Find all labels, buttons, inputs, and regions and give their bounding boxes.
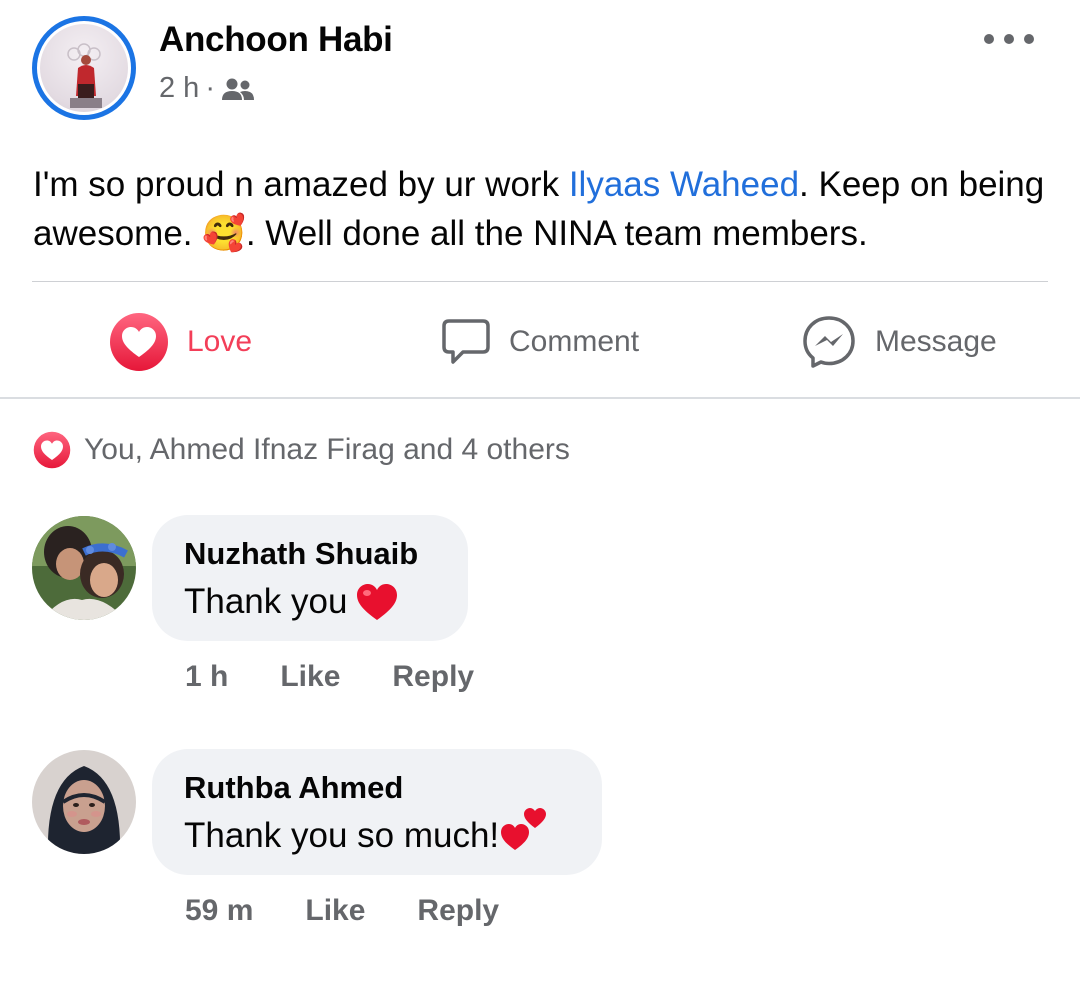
two-hearts-icon bbox=[499, 806, 547, 852]
messenger-icon bbox=[801, 314, 857, 370]
message-button[interactable]: Message bbox=[801, 310, 997, 374]
red-heart-icon bbox=[355, 582, 399, 622]
post-time[interactable]: 2 h bbox=[159, 72, 199, 105]
smiling-hearts-emoji: 🥰 bbox=[202, 214, 246, 253]
comment-bubble[interactable]: Ruthba Ahmed Thank you so much! bbox=[152, 749, 602, 875]
post-meta: 2 h · bbox=[159, 72, 255, 105]
like-button[interactable]: Like bbox=[305, 894, 365, 928]
commenter-name[interactable]: Ruthba Ahmed bbox=[184, 769, 570, 807]
love-label: Love bbox=[187, 325, 253, 358]
comment-bubble[interactable]: Nuzhath Shuaib Thank you bbox=[152, 515, 468, 641]
comment-meta: 1 h Like Reply bbox=[185, 660, 474, 694]
post-body: I'm so proud n amazed by ur work Ilyaas … bbox=[33, 160, 1053, 258]
friends-icon[interactable] bbox=[221, 76, 255, 102]
love-reaction-icon bbox=[109, 312, 169, 372]
commenter-avatar[interactable] bbox=[32, 750, 136, 854]
meta-separator: · bbox=[205, 72, 215, 104]
message-label: Message bbox=[875, 325, 997, 358]
author-avatar-image bbox=[40, 24, 128, 112]
love-reaction-icon bbox=[32, 430, 72, 470]
love-button[interactable]: Love bbox=[109, 310, 252, 374]
reply-button[interactable]: Reply bbox=[392, 660, 474, 694]
mention-link[interactable]: Ilyaas Waheed bbox=[569, 165, 799, 204]
post-author-name[interactable]: Anchoon Habi bbox=[159, 20, 393, 60]
comment-text: Thank you bbox=[184, 579, 436, 625]
section-divider bbox=[0, 397, 1080, 399]
comment-icon bbox=[441, 317, 491, 367]
comment-text-value: Thank you bbox=[184, 582, 348, 621]
comment-time[interactable]: 1 h bbox=[185, 660, 228, 694]
post-text-part1: I'm so proud n amazed by ur work bbox=[33, 165, 569, 204]
like-button[interactable]: Like bbox=[280, 660, 340, 694]
post-divider bbox=[32, 281, 1048, 282]
comment-time[interactable]: 59 m bbox=[185, 894, 253, 928]
author-avatar[interactable] bbox=[32, 16, 136, 120]
commenter-avatar[interactable] bbox=[32, 516, 136, 620]
reactions-summary[interactable]: You, Ahmed Ifnaz Firag and 4 others bbox=[32, 430, 570, 470]
comment-button[interactable]: Comment bbox=[441, 310, 639, 374]
reply-button[interactable]: Reply bbox=[417, 894, 499, 928]
post-text-part3: . Well done all the NINA team members. bbox=[245, 214, 868, 253]
more-options-icon[interactable] bbox=[984, 24, 1034, 54]
comment-label: Comment bbox=[509, 325, 640, 358]
comment-text: Thank you so much! bbox=[184, 808, 570, 859]
reactions-text: You, Ahmed Ifnaz Firag and 4 others bbox=[84, 433, 570, 466]
comment-meta: 59 m Like Reply bbox=[185, 894, 499, 928]
comment-text-value: Thank you so much! bbox=[184, 816, 500, 855]
commenter-name[interactable]: Nuzhath Shuaib bbox=[184, 535, 436, 573]
